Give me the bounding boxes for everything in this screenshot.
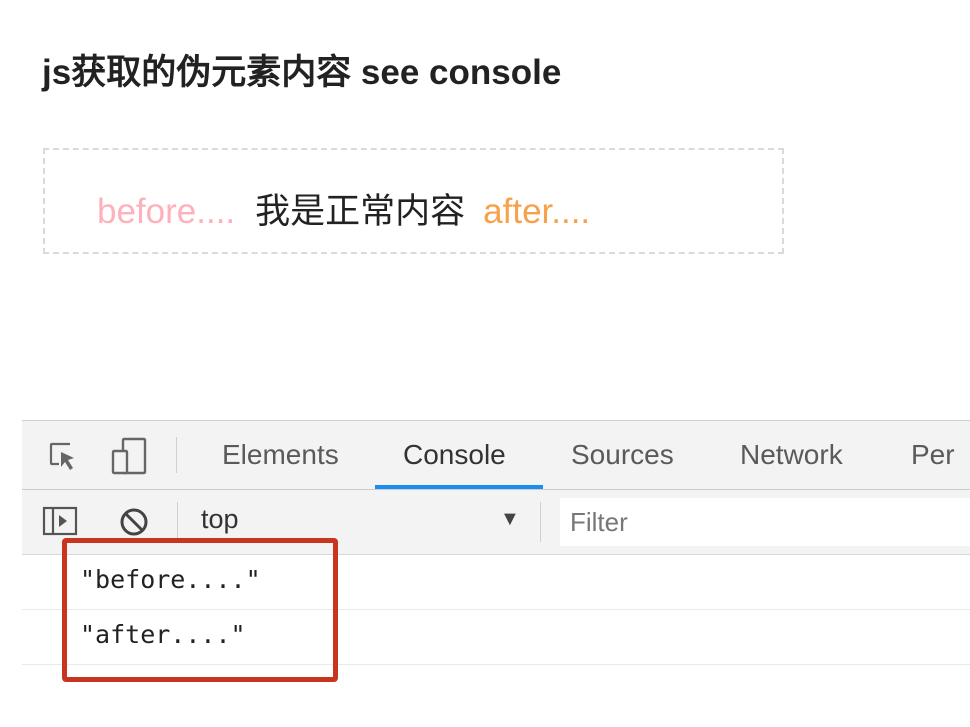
tab-sources[interactable]: Sources [571,421,674,489]
page-title: js获取的伪元素内容 see console [42,53,562,92]
devtools-tab-bar: Elements Console Sources Network Per [22,421,970,490]
after-pseudo-text: after.... [483,192,591,231]
clear-console-icon[interactable] [118,506,150,538]
filter-divider [540,502,541,542]
before-pseudo-text: before.... [97,192,236,231]
demo-line: before.... 我是正常内容 after.... [97,183,590,234]
normal-content-text: 我是正常内容 [255,192,466,231]
toolbar-divider [176,437,177,473]
tab-network[interactable]: Network [740,421,843,489]
tab-elements[interactable]: Elements [222,421,339,489]
console-bar-divider [177,502,178,542]
device-toolbar-icon[interactable] [110,437,150,475]
sidebar-toggle-icon[interactable] [42,506,78,536]
highlight-annotation-box [62,538,338,682]
filter-input[interactable] [560,498,970,546]
context-selector[interactable]: top [201,504,239,535]
tab-console[interactable]: Console [403,421,506,489]
demo-box: before.... 我是正常内容 after.... [43,148,784,254]
dropdown-arrow-icon[interactable]: ▼ [500,508,520,531]
active-tab-indicator [375,485,543,489]
tab-performance[interactable]: Per [911,421,955,489]
inspect-element-icon[interactable] [48,441,80,473]
